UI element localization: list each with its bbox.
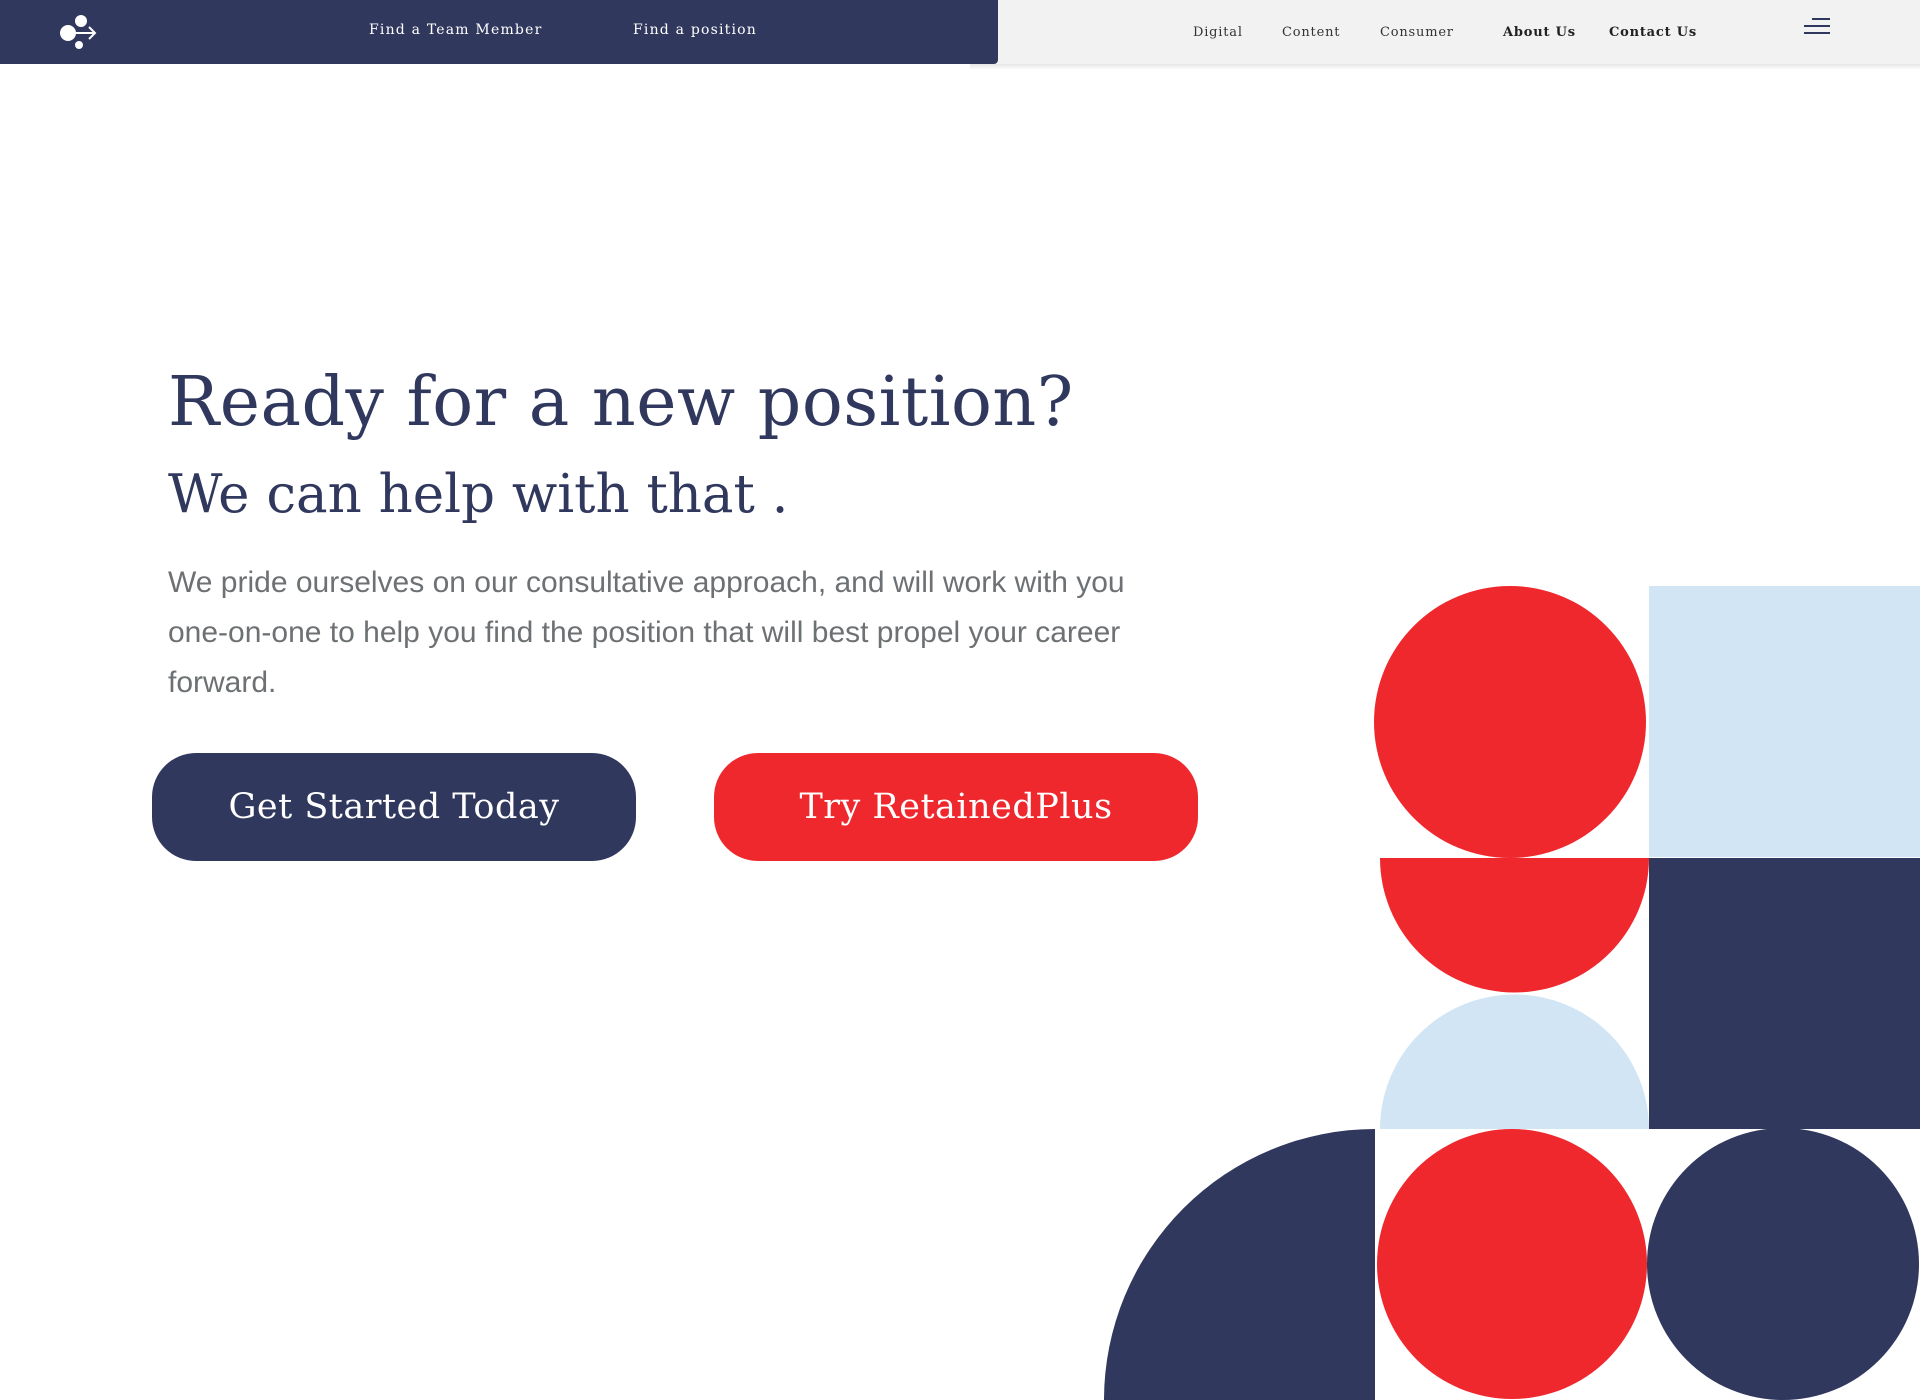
hamburger-menu-icon[interactable] (1800, 14, 1834, 44)
hero-title: Ready for a new position? (168, 363, 1074, 442)
nav-content[interactable]: Content (1282, 25, 1340, 40)
nav-digital[interactable]: Digital (1193, 25, 1243, 40)
red-half-circle (1380, 858, 1649, 993)
header-right-bar (998, 0, 1920, 64)
navy-square (1649, 858, 1920, 1129)
menu-line (1804, 25, 1830, 27)
menu-line (1812, 18, 1830, 20)
nav-about-us[interactable]: About Us (1503, 25, 1576, 40)
hero-subtitle: We can help with that . (168, 464, 789, 525)
navy-circle-bottom (1647, 1128, 1919, 1400)
navy-quarter-circle (1104, 1129, 1375, 1400)
page: Find a Team Member Find a position Digit… (0, 0, 1920, 1400)
nav-find-team-member[interactable]: Find a Team Member (369, 22, 542, 38)
hero-description: We pride ourselves on our consultative a… (168, 566, 1125, 699)
nav-contact-us[interactable]: Contact Us (1609, 25, 1697, 40)
light-blue-half-circle (1380, 994, 1649, 1129)
light-blue-square (1649, 586, 1920, 857)
get-started-button[interactable]: Get Started Today (152, 753, 636, 861)
nav-find-position[interactable]: Find a position (633, 22, 757, 38)
header-shadow (970, 64, 1920, 70)
nav-consumer[interactable]: Consumer (1380, 25, 1454, 40)
menu-line (1804, 32, 1830, 34)
brand-logo-icon[interactable] (58, 14, 98, 50)
red-circle-bottom (1377, 1129, 1647, 1399)
decorative-shapes-illustration (1104, 586, 1920, 1400)
red-circle-top (1374, 586, 1646, 858)
